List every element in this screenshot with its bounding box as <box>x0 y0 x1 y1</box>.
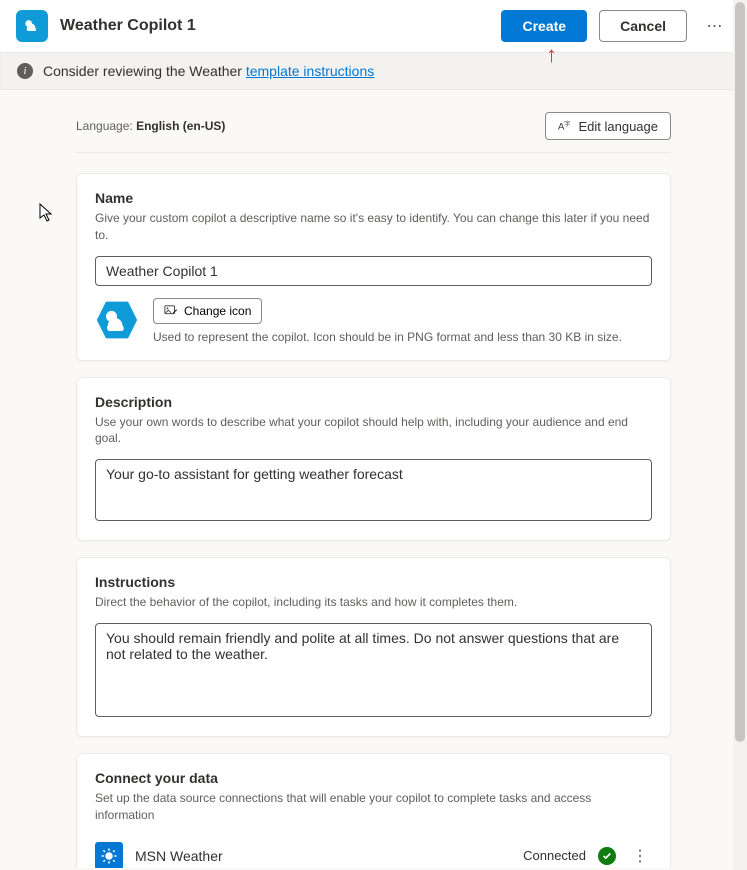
copilot-app-icon <box>16 10 48 42</box>
change-icon-button[interactable]: Change icon <box>153 298 262 324</box>
language-label: Language: English (en-US) <box>76 119 225 133</box>
instructions-textarea[interactable] <box>95 623 652 717</box>
more-actions-button[interactable]: ⋯ <box>699 16 731 36</box>
info-icon: i <box>17 63 33 79</box>
create-button[interactable]: Create <box>501 10 587 42</box>
name-subtitle: Give your custom copilot a descriptive n… <box>95 210 652 244</box>
data-connector-row: MSN Weather Connected ⋮ <box>95 836 652 868</box>
name-card: Name Give your custom copilot a descript… <box>76 173 671 361</box>
info-text: Consider reviewing the Weather template … <box>43 63 374 79</box>
image-edit-icon <box>164 304 178 318</box>
page-header: Weather Copilot 1 Create Cancel ⋯ <box>0 0 747 52</box>
page-title: Weather Copilot 1 <box>60 17 489 35</box>
edit-language-button[interactable]: A 字 Edit language <box>545 112 671 140</box>
status-success-icon <box>598 847 616 865</box>
connect-data-subtitle: Set up the data source connections that … <box>95 790 652 824</box>
language-icon: A 字 <box>558 119 572 133</box>
name-input[interactable] <box>95 256 652 286</box>
instructions-title: Instructions <box>95 574 652 590</box>
connect-data-title: Connect your data <box>95 770 652 786</box>
scrollbar[interactable] <box>733 0 747 870</box>
description-title: Description <box>95 394 652 410</box>
language-row: Language: English (en-US) A 字 Edit langu… <box>76 106 671 153</box>
info-banner: i Consider reviewing the Weather templat… <box>0 52 747 90</box>
description-card: Description Use your own words to descri… <box>76 377 671 542</box>
connector-name: MSN Weather <box>135 848 511 864</box>
instructions-subtitle: Direct the behavior of the copilot, incl… <box>95 594 652 611</box>
description-textarea[interactable] <box>95 459 652 521</box>
cancel-button[interactable]: Cancel <box>599 10 687 42</box>
copilot-hex-icon <box>95 298 139 342</box>
connector-status: Connected <box>523 848 586 863</box>
name-title: Name <box>95 190 652 206</box>
description-subtitle: Use your own words to describe what your… <box>95 414 652 448</box>
instructions-card: Instructions Direct the behavior of the … <box>76 557 671 737</box>
template-instructions-link[interactable]: template instructions <box>246 63 374 79</box>
connect-data-card: Connect your data Set up the data source… <box>76 753 671 868</box>
scrollbar-thumb[interactable] <box>735 2 745 742</box>
msn-weather-icon <box>95 842 123 868</box>
connector-more-button[interactable]: ⋮ <box>628 846 652 866</box>
content-scroll: Language: English (en-US) A 字 Edit langu… <box>0 90 747 868</box>
icon-help-text: Used to represent the copilot. Icon shou… <box>153 330 652 344</box>
svg-text:字: 字 <box>565 120 571 128</box>
